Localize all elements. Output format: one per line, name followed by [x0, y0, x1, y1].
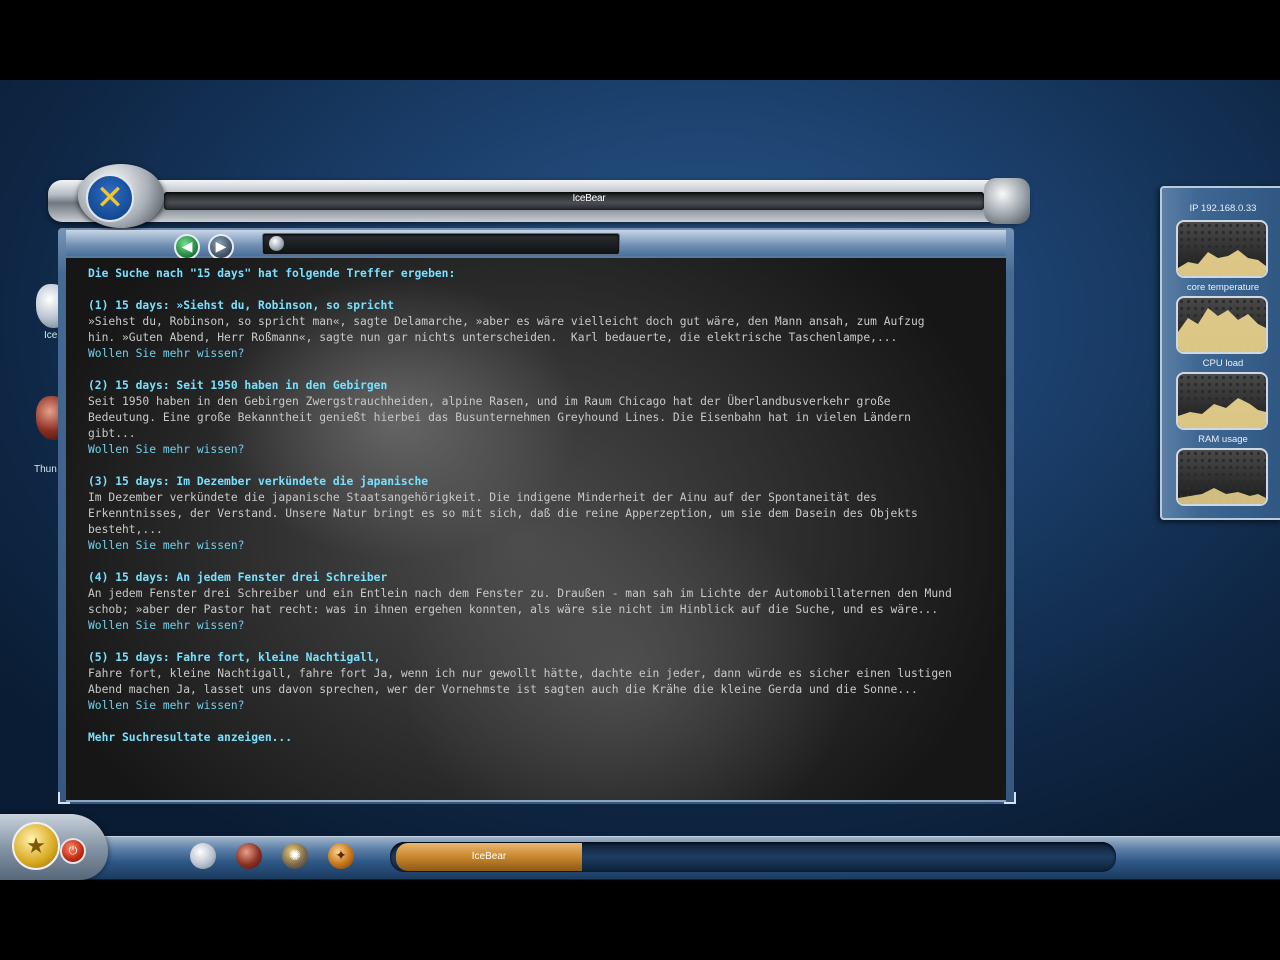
- ip-address: IP 192.168.0.33: [1189, 203, 1257, 214]
- task-label: IceBear: [471, 851, 507, 862]
- more-link-1[interactable]: Wollen Sie mehr wissen?: [88, 346, 998, 362]
- result-heading-4[interactable]: (4) 15 days: An jedem Fenster drei Schre…: [88, 570, 998, 586]
- gauge-label: RAM usage: [1198, 434, 1248, 445]
- resize-corner-left[interactable]: [58, 792, 70, 804]
- search-results-content: Die Suche nach "15 days" hat folgende Tr…: [66, 258, 1006, 802]
- gauge-label: CPU load: [1202, 358, 1244, 369]
- more-link-4[interactable]: Wollen Sie mehr wissen?: [88, 618, 998, 634]
- desktop-icon-label: Thun: [34, 464, 57, 475]
- cpu-gauge: [1176, 296, 1268, 354]
- result-excerpt-4: An jedem Fenster drei Schreiber und ein …: [88, 587, 952, 616]
- power-button[interactable]: ⏻: [60, 838, 86, 864]
- address-bar[interactable]: [262, 233, 620, 255]
- address-input[interactable]: [291, 235, 615, 255]
- more-link-5[interactable]: Wollen Sie mehr wissen?: [88, 698, 998, 714]
- x-logo-icon[interactable]: ✕: [86, 174, 134, 222]
- result-heading-3[interactable]: (3) 15 days: Im Dezember verkündete die …: [88, 474, 998, 490]
- ram-gauge: [1176, 372, 1268, 430]
- power-icon: ⏻: [68, 844, 78, 857]
- more-link-3[interactable]: Wollen Sie mehr wissen?: [88, 538, 998, 554]
- results-intro: Die Suche nach "15 days" hat folgende Tr…: [88, 267, 456, 280]
- settings-wheel-icon[interactable]: ✺: [282, 843, 308, 869]
- window-title: IceBear: [572, 193, 606, 204]
- result-heading-1[interactable]: (1) 15 days: »Siehst du, Robinson, so sp…: [88, 298, 998, 314]
- globe-icon: [269, 236, 284, 251]
- result-heading-5[interactable]: (5) 15 days: Fahre fort, kleine Nachtiga…: [88, 650, 998, 666]
- resize-corner-right[interactable]: [1004, 792, 1016, 804]
- back-arrow-icon: ◀: [181, 239, 193, 255]
- iceberg-icon[interactable]: [190, 843, 216, 869]
- result-excerpt-1: »Siehst du, Robinson, so spricht man«, s…: [88, 315, 925, 344]
- result-excerpt-5: Fahre fort, kleine Nachtigall, fahre for…: [88, 667, 952, 696]
- forward-arrow-icon: ▶: [215, 239, 227, 255]
- star-icon: ★: [26, 833, 46, 859]
- compass-icon[interactable]: ✦: [328, 843, 354, 869]
- back-button[interactable]: ◀: [174, 234, 200, 260]
- result-excerpt-3: Im Dezember verkündete die japanische St…: [88, 491, 918, 536]
- result-heading-2[interactable]: (2) 15 days: Seit 1950 haben in den Gebi…: [88, 378, 998, 394]
- start-button[interactable]: ★: [12, 822, 60, 870]
- desktop-icon-label: Ice: [44, 330, 58, 341]
- thunderbird-icon[interactable]: [236, 843, 262, 869]
- result-excerpt-2: Seit 1950 haben in den Gebirgen Zwergstr…: [88, 395, 911, 440]
- network-gauge: [1176, 448, 1268, 506]
- gauge-label: core temperature: [1186, 282, 1260, 293]
- more-results-link[interactable]: Mehr Suchresultate anzeigen...: [88, 730, 998, 746]
- forward-button[interactable]: ▶: [208, 234, 234, 260]
- temperature-gauge: [1176, 220, 1268, 278]
- more-link-2[interactable]: Wollen Sie mehr wissen?: [88, 442, 998, 458]
